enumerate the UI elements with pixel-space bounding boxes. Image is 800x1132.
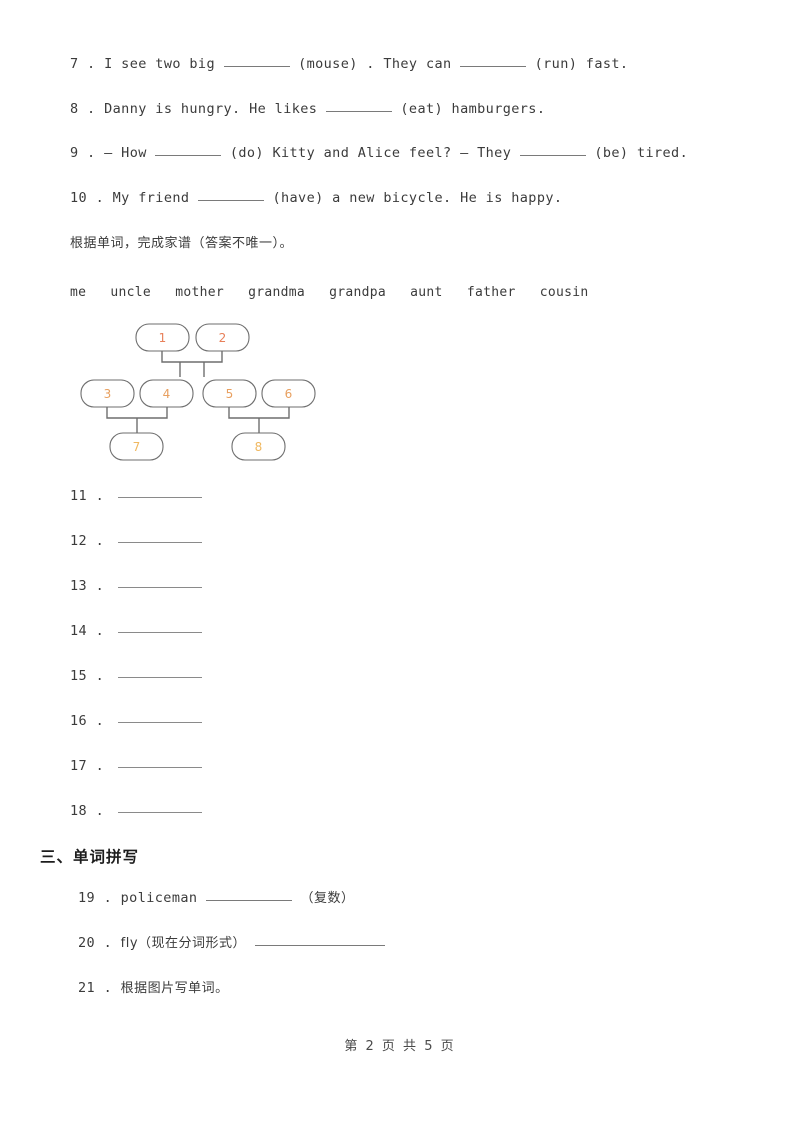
- question-7-number: 7 .: [70, 56, 96, 72]
- tree-node-1-label: 1: [159, 331, 167, 345]
- tree-node-8[interactable]: 8: [231, 432, 286, 461]
- answer-11-number: 11 .: [70, 488, 105, 504]
- question-9-text-3: (be) tired.: [594, 145, 689, 161]
- tree-node-4[interactable]: 4: [139, 379, 194, 408]
- question-9-blank-1[interactable]: [155, 155, 222, 156]
- answer-18-number: 18 .: [70, 803, 105, 819]
- answer-row-14: 14 .: [70, 623, 202, 639]
- family-tree-diagram: 1 2 3 4 5 6 7 8: [70, 315, 340, 470]
- question-8-blank-1[interactable]: [325, 111, 392, 112]
- tree-node-5[interactable]: 5: [202, 379, 257, 408]
- answer-17-number: 17 .: [70, 758, 105, 774]
- question-10: 10 . My friend (have) a new bicycle. He …: [70, 190, 563, 206]
- question-7-text-3: (run) fast.: [534, 56, 629, 72]
- question-20-blank[interactable]: [254, 945, 385, 946]
- question-9-blank-2[interactable]: [519, 155, 586, 156]
- tree-node-6[interactable]: 6: [261, 379, 316, 408]
- word-bank-item: grandpa: [329, 285, 387, 300]
- page-footer: 第 2 页 共 5 页: [344, 1039, 456, 1054]
- answer-15-blank[interactable]: [117, 677, 202, 678]
- question-9: 9 . — How (do) Kitty and Alice feel? — T…: [70, 145, 689, 161]
- word-bank-item: uncle: [110, 285, 152, 300]
- family-tree-instruction: 根据单词，完成家谱（答案不唯一）。: [70, 236, 294, 251]
- question-20: 20 . fly（现在分词形式）: [78, 935, 385, 951]
- section-heading-spelling: 三、单词拼写: [40, 848, 140, 866]
- question-10-number: 10 .: [70, 190, 105, 206]
- question-7-text-1: I see two big: [104, 56, 215, 72]
- question-7-blank-1[interactable]: [223, 66, 290, 67]
- question-10-blank-1[interactable]: [197, 200, 264, 201]
- tree-node-6-label: 6: [285, 387, 293, 401]
- question-8-text-2: (eat) hamburgers.: [400, 101, 546, 117]
- tree-node-2[interactable]: 2: [195, 323, 250, 352]
- question-19-hint: （复数）: [300, 891, 355, 906]
- answer-15-number: 15 .: [70, 668, 105, 684]
- question-20-word: fly（现在分词形式）: [120, 936, 247, 951]
- connector-couple-3-4: [106, 407, 168, 419]
- answer-row-18: 18 .: [70, 803, 202, 819]
- connector-couple-1-2: [161, 351, 223, 363]
- answer-row-16: 16 .: [70, 713, 202, 729]
- question-7: 7 . I see two big (mouse) . They can (ru…: [70, 56, 629, 72]
- tree-node-7[interactable]: 7: [109, 432, 164, 461]
- tree-node-3-label: 3: [104, 387, 112, 401]
- question-9-text-2: (do) Kitty and Alice feel? — They: [229, 145, 512, 161]
- tree-node-7-label: 7: [133, 440, 141, 454]
- question-10-text-1: My friend: [112, 190, 190, 206]
- tree-node-5-label: 5: [226, 387, 234, 401]
- question-7-blank-2[interactable]: [460, 66, 527, 67]
- answer-row-13: 13 .: [70, 578, 202, 594]
- word-bank-item: cousin: [539, 285, 589, 300]
- word-bank-item: mother: [175, 285, 224, 300]
- answer-16-blank[interactable]: [117, 722, 202, 723]
- question-19-number: 19 .: [78, 890, 113, 906]
- answer-11-blank[interactable]: [117, 497, 202, 498]
- question-8-text-1: Danny is hungry. He likes: [104, 101, 318, 117]
- word-bank-item: me: [70, 285, 87, 300]
- answer-14-blank[interactable]: [117, 632, 202, 633]
- word-bank-item: grandma: [248, 285, 305, 300]
- answer-16-number: 16 .: [70, 713, 105, 729]
- question-19-word: policeman: [120, 890, 198, 906]
- word-bank-item: father: [466, 285, 516, 300]
- document-page: 7 . I see two big (mouse) . They can (ru…: [0, 0, 800, 1132]
- question-9-text-1: — How: [104, 145, 147, 161]
- answer-13-number: 13 .: [70, 578, 105, 594]
- question-8: 8 . Danny is hungry. He likes (eat) hamb…: [70, 101, 546, 117]
- answer-12-blank[interactable]: [117, 542, 202, 543]
- word-bank: me uncle mother grandma grandpa aunt fat…: [70, 285, 588, 300]
- answer-12-number: 12 .: [70, 533, 105, 549]
- word-bank-item: aunt: [410, 285, 443, 300]
- answer-row-11: 11 .: [70, 488, 202, 504]
- question-21-number: 21 .: [78, 980, 113, 996]
- tree-node-2-label: 2: [219, 331, 227, 345]
- answer-row-12: 12 .: [70, 533, 202, 549]
- answer-14-number: 14 .: [70, 623, 105, 639]
- question-21-text: 根据图片写单词。: [120, 981, 229, 996]
- question-20-number: 20 .: [78, 935, 113, 951]
- answer-17-blank[interactable]: [117, 767, 202, 768]
- question-8-number: 8 .: [70, 101, 96, 117]
- question-21: 21 . 根据图片写单词。: [78, 980, 229, 996]
- question-7-text-2: (mouse) . They can: [298, 56, 452, 72]
- question-19-blank[interactable]: [205, 900, 292, 901]
- question-9-number: 9 .: [70, 145, 96, 161]
- answer-row-17: 17 .: [70, 758, 202, 774]
- tree-node-1[interactable]: 1: [135, 323, 190, 352]
- tree-node-4-label: 4: [163, 387, 171, 401]
- tree-node-3[interactable]: 3: [80, 379, 135, 408]
- question-10-text-2: (have) a new bicycle. He is happy.: [272, 190, 563, 206]
- tree-node-8-label: 8: [255, 440, 263, 454]
- question-19: 19 . policeman （复数）: [78, 890, 355, 906]
- answer-13-blank[interactable]: [117, 587, 202, 588]
- answer-18-blank[interactable]: [117, 812, 202, 813]
- answer-row-15: 15 .: [70, 668, 202, 684]
- connector-couple-5-6: [228, 407, 290, 419]
